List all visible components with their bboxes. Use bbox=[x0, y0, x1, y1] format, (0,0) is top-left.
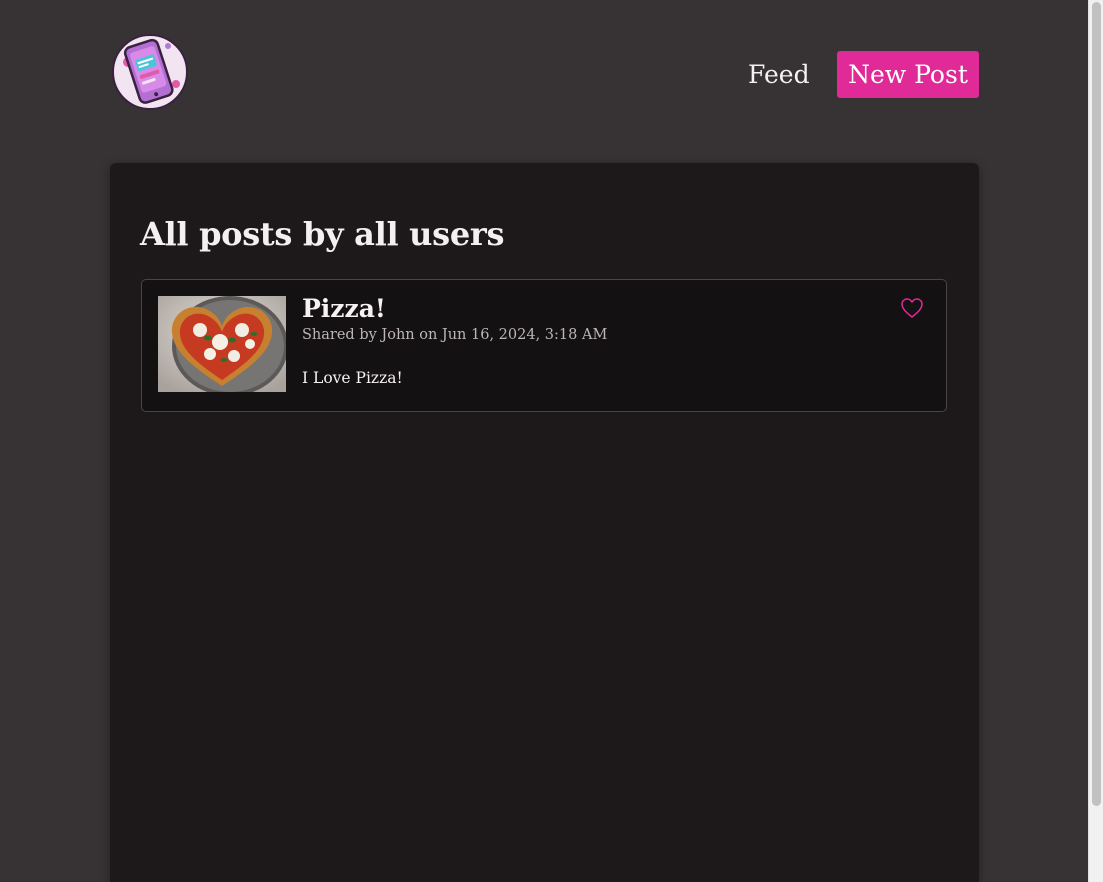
nav-feed-link[interactable]: Feed bbox=[748, 55, 810, 95]
post-body: I Love Pizza! bbox=[302, 369, 403, 387]
new-post-button[interactable]: New Post bbox=[837, 51, 979, 98]
post-meta: Shared by John on Jun 16, 2024, 3:18 AM bbox=[302, 327, 608, 343]
like-button[interactable] bbox=[899, 297, 925, 321]
page-scrollbar[interactable] bbox=[1088, 0, 1103, 882]
post-thumbnail[interactable] bbox=[158, 296, 286, 392]
post-title[interactable]: Pizza! bbox=[302, 294, 386, 323]
top-nav: Feed New Post bbox=[110, 30, 979, 114]
heart-icon bbox=[901, 298, 923, 318]
feed-panel: All posts by all users Pizza! Shared by … bbox=[110, 163, 979, 882]
page-title: All posts by all users bbox=[140, 215, 505, 253]
scrollbar-thumb[interactable] bbox=[1092, 2, 1101, 806]
post-card[interactable]: Pizza! Shared by John on Jun 16, 2024, 3… bbox=[141, 279, 947, 412]
app-logo-icon[interactable] bbox=[110, 32, 190, 112]
